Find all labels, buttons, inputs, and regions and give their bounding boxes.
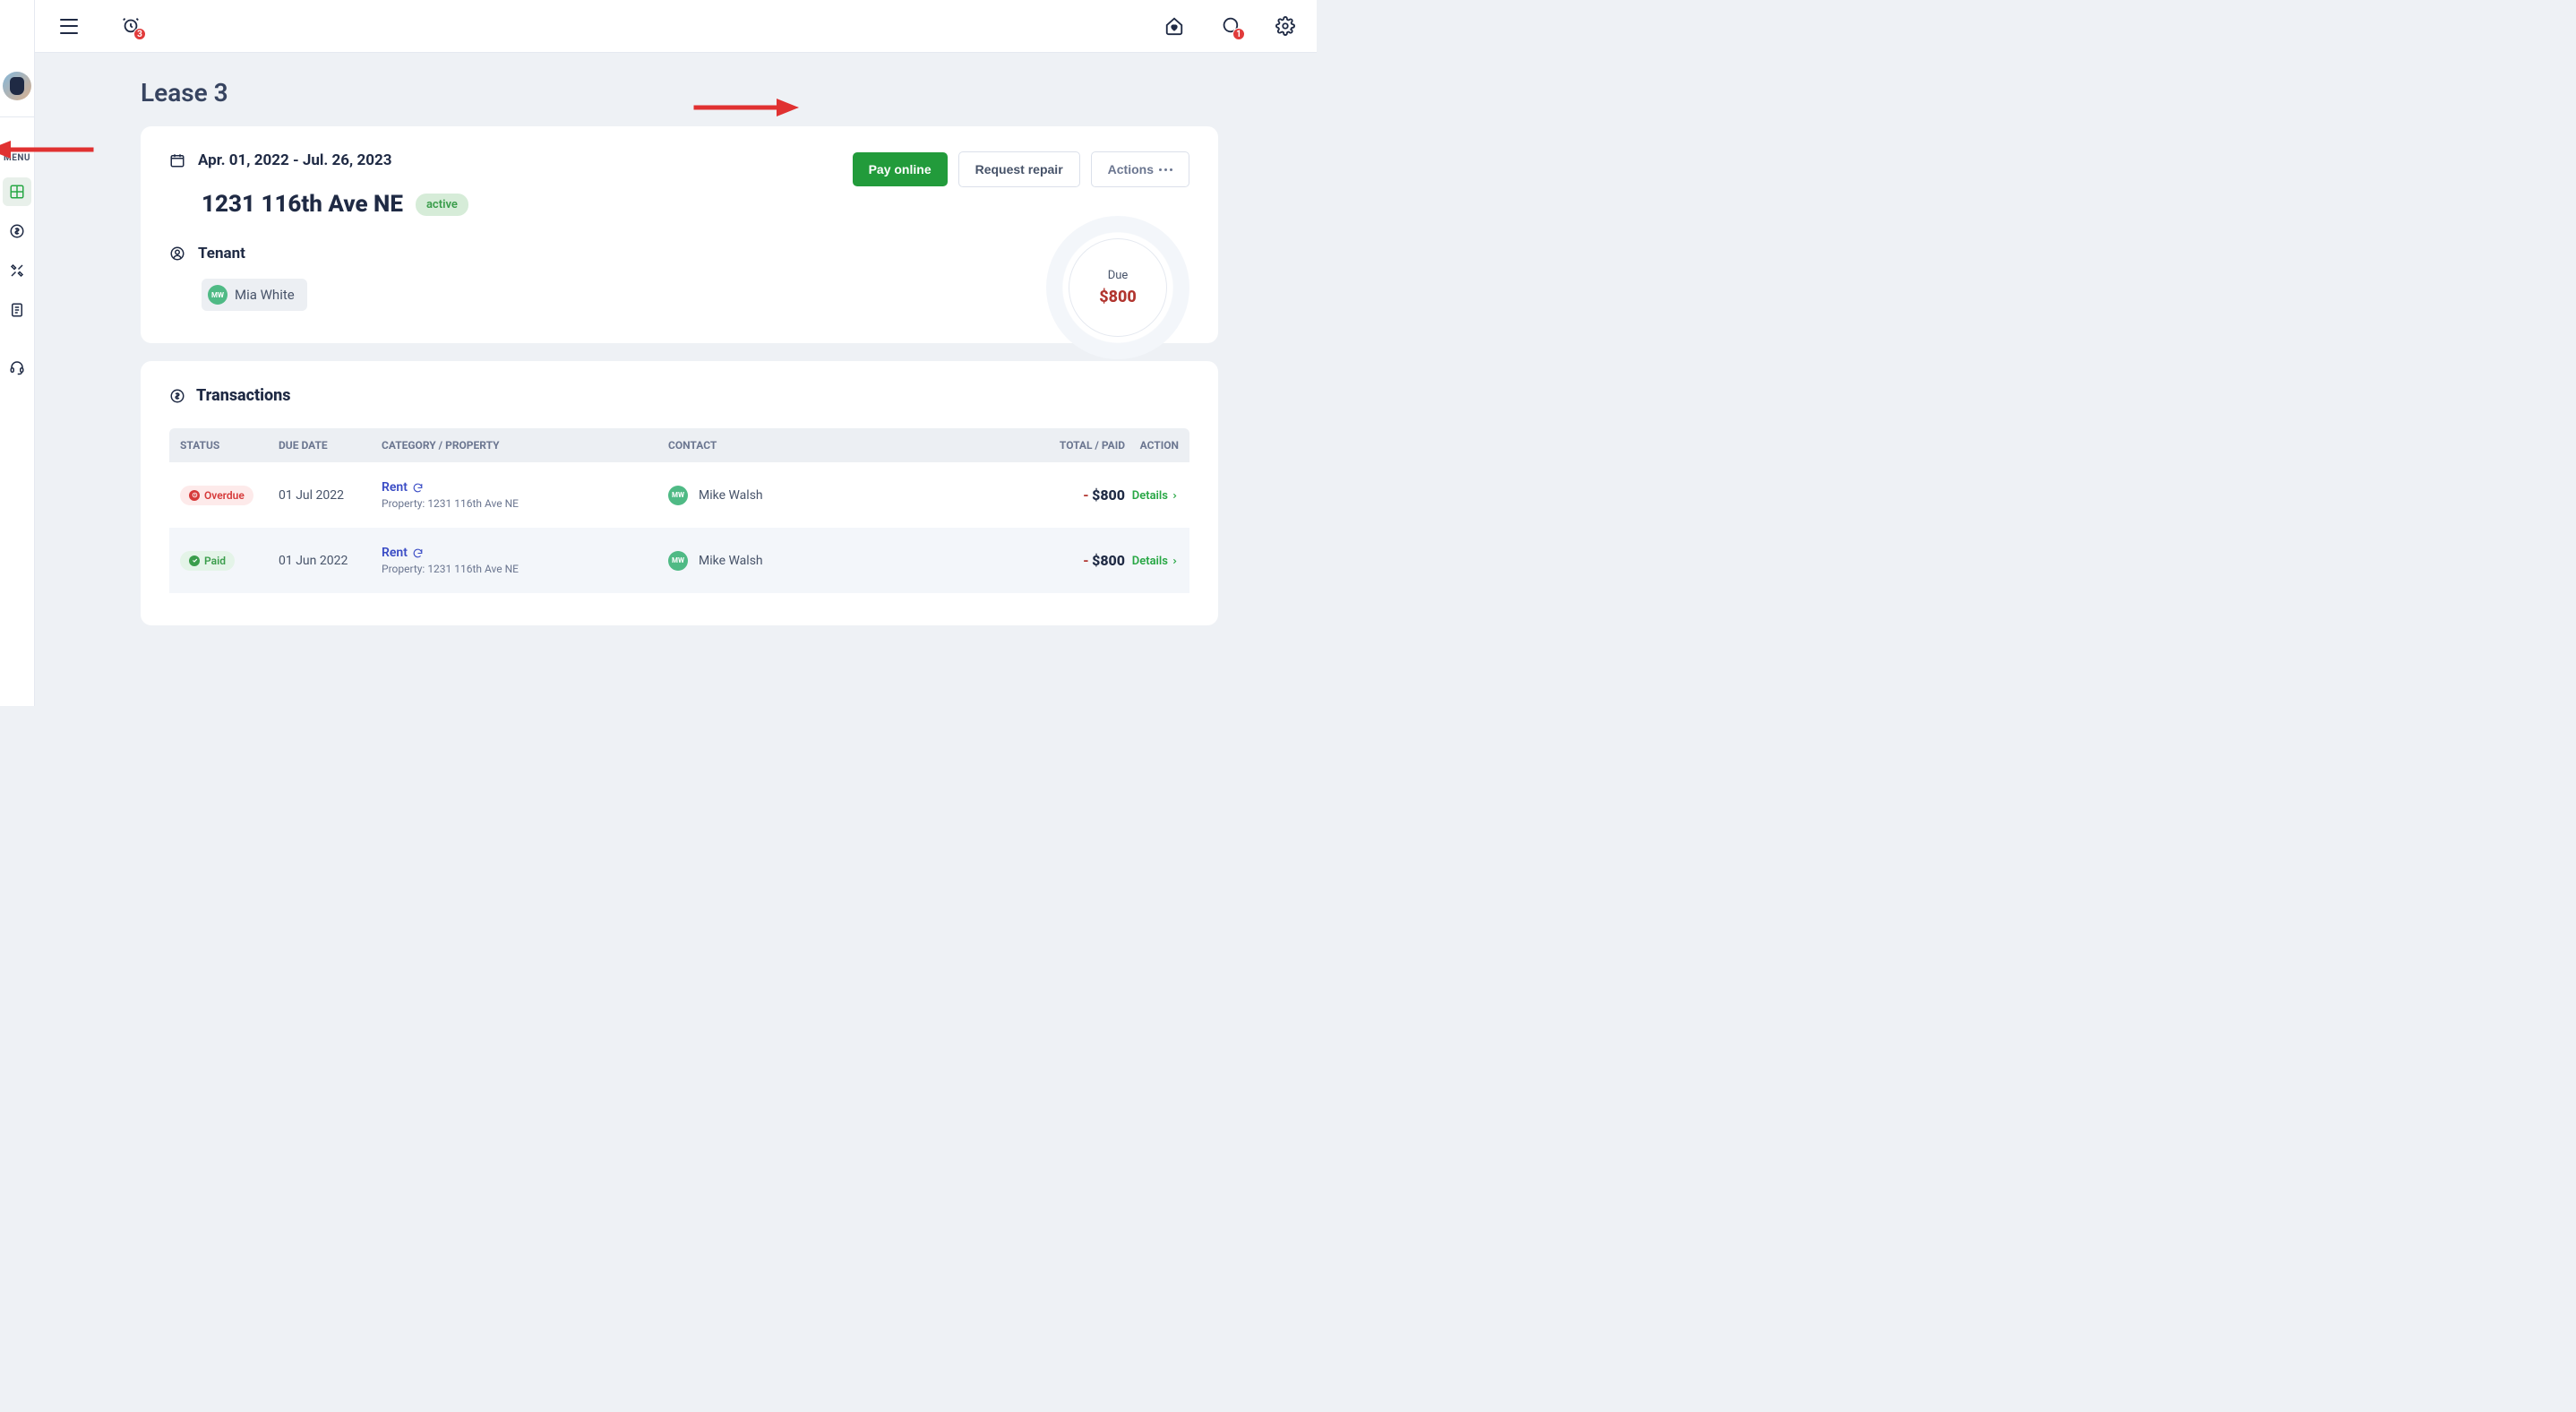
lease-address: 1231 116th Ave NE [202,191,403,218]
avatar[interactable] [3,72,31,100]
sidebar-item-maintenance[interactable] [3,256,31,285]
recurring-icon [412,482,424,494]
sidebar-item-dashboard[interactable] [3,177,31,206]
tenant-name: Mia White [235,287,295,303]
recurring-icon [412,547,424,559]
th-action: ACTION [1125,428,1179,462]
alerts-badge: 3 [133,28,146,40]
topbar: 3 1 [35,0,1317,53]
table-header: STATUS DUE DATE CATEGORY / PROPERTY CONT… [169,428,1189,462]
due-label: Due [1108,269,1129,282]
due-widget: Due $800 [1046,216,1189,359]
property-prefix: Property: [382,497,427,510]
lease-status-badge: active [416,194,468,216]
request-repair-button[interactable]: Request repair [958,151,1080,187]
chevron-right-icon [1171,557,1179,565]
alerts-button[interactable]: 3 [121,15,141,37]
person-icon [169,245,185,262]
status-label: Overdue [204,489,245,502]
contact-name: Mike Walsh [699,554,763,568]
status-badge: Overdue [180,486,253,505]
menu-label: MENU [4,153,30,163]
transactions-card: Transactions STATUS DUE DATE CATEGORY / … [141,361,1218,625]
th-category: CATEGORY / PROPERTY [382,428,668,462]
sidebar: MENU [0,0,35,706]
chat-badge: 1 [1232,28,1245,40]
tenant-avatar: MW [208,285,228,305]
details-link[interactable]: Details [1132,489,1179,503]
chevron-right-icon [1171,492,1179,500]
dots-icon [1159,168,1172,171]
th-due-date: DUE DATE [279,428,382,462]
dollar-circle-icon [169,388,185,404]
due-amount: $800 [1099,288,1137,306]
settings-button[interactable] [1275,16,1295,36]
actions-button-label: Actions [1108,162,1154,176]
category-label: Rent [382,480,408,495]
home-heart-icon [1164,16,1184,36]
th-status: STATUS [180,428,279,462]
category-label: Rent [382,546,408,560]
sidebar-item-documents[interactable] [3,296,31,324]
total-sign: - [1083,552,1088,569]
lease-card: Apr. 01, 2022 - Jul. 26, 2023 1231 116th… [141,126,1218,343]
clock-icon [189,490,200,501]
actions-button[interactable]: Actions [1091,151,1189,187]
calendar-icon [169,152,185,168]
th-contact: CONTACT [668,428,1009,462]
property-name: 1231 116th Ave NE [427,497,519,510]
sidebar-item-support[interactable] [3,353,31,382]
th-total: TOTAL / PAID [1009,428,1125,462]
home-button[interactable] [1164,16,1184,36]
check-icon [189,555,200,566]
chat-button[interactable]: 1 [1220,15,1240,37]
status-badge: Paid [180,551,235,571]
details-label: Details [1132,555,1168,568]
hamburger-menu[interactable] [60,19,78,34]
page-title: Lease 3 [141,78,1218,108]
total-amount: $800 [1092,486,1125,504]
contact-avatar: MW [668,486,688,505]
total-sign: - [1083,486,1088,504]
tools-icon [9,263,25,279]
sidebar-item-payments[interactable] [3,217,31,245]
due-date-cell: 01 Jul 2022 [279,479,382,512]
headset-icon [9,359,25,375]
lease-date-range: Apr. 01, 2022 - Jul. 26, 2023 [198,151,391,169]
pay-online-button[interactable]: Pay online [853,152,948,186]
table-row: Paid 01 Jun 2022 Rent Property: 1231 116… [169,528,1189,593]
property-prefix: Property: [382,563,427,575]
tenant-chip[interactable]: MW Mia White [202,279,307,311]
category-link[interactable]: Rent [382,480,424,495]
document-icon [9,302,25,318]
transactions-title: Transactions [196,386,291,405]
dollar-circle-icon [9,223,25,239]
contact-name: Mike Walsh [699,488,763,503]
transactions-table: STATUS DUE DATE CATEGORY / PROPERTY CONT… [169,428,1189,593]
table-row: Overdue 01 Jul 2022 Rent Property: 1231 … [169,462,1189,528]
property-name: 1231 116th Ave NE [427,563,519,575]
gear-icon [1275,16,1295,36]
details-label: Details [1132,489,1168,503]
tenant-section-label: Tenant [198,245,245,263]
contact-avatar: MW [668,551,688,571]
total-amount: $800 [1092,552,1125,569]
dashboard-icon [9,184,25,200]
category-link[interactable]: Rent [382,546,424,560]
sidebar-divider [0,116,34,117]
content: Lease 3 Apr. 01, 2022 - Jul. 26, 2023 12… [35,53,1317,706]
details-link[interactable]: Details [1132,555,1179,568]
status-label: Paid [204,555,226,567]
due-date-cell: 01 Jun 2022 [279,545,382,577]
